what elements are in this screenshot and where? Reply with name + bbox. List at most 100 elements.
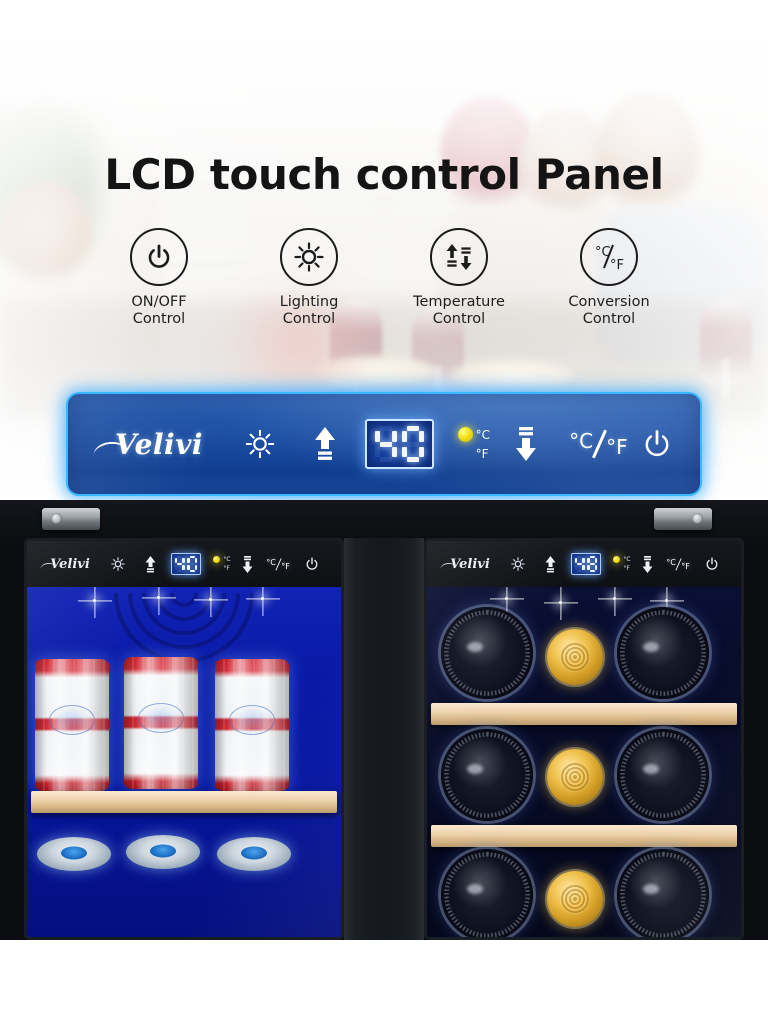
- unit-conversion-button[interactable]: °C °F: [661, 558, 695, 571]
- unit-conversion-button[interactable]: °C °F: [557, 429, 640, 459]
- feature-label: ON/OFF Control: [131, 294, 186, 328]
- interior-led: [209, 598, 212, 601]
- arrow-up-icon: [145, 555, 155, 572]
- segment-b: [418, 431, 424, 442]
- light-button[interactable]: [224, 427, 295, 461]
- celsius-fahrenheit-icon: °C °F: [580, 228, 638, 286]
- can-logo: [229, 704, 275, 735]
- conversion-fahrenheit: °F: [281, 561, 290, 571]
- power-button[interactable]: [695, 556, 729, 572]
- segment-a: [406, 426, 419, 431]
- light-button[interactable]: [501, 556, 535, 572]
- segment-c: [582, 565, 585, 570]
- segment-f: [401, 431, 407, 442]
- temp-up-button[interactable]: [295, 425, 356, 463]
- segment-e: [587, 565, 590, 570]
- power-icon: [306, 557, 318, 570]
- temperature-display: [356, 419, 443, 469]
- mini-control-panel-right[interactable]: Velivi °C °F °C °F: [427, 541, 741, 587]
- brand-name: Velivi: [50, 556, 90, 572]
- feature-on-off-control: ON/OFF Control: [84, 228, 234, 328]
- power-icon: [130, 228, 188, 286]
- center-divider: [344, 538, 424, 940]
- wine-bottle: [441, 607, 533, 699]
- lcd-control-panel[interactable]: Velivi °C °F °C °F: [56, 382, 712, 506]
- brand-name: Velivi: [450, 556, 490, 572]
- seven-segment-digit: [574, 556, 585, 572]
- fahrenheit-label: °F: [623, 564, 630, 572]
- brand-logo: Velivi: [439, 556, 490, 572]
- product-marketing-image: LCD touch control Panel ON/OFF Control L…: [0, 0, 768, 1024]
- arrow-up-icon: [545, 555, 555, 572]
- segment-c: [391, 446, 397, 457]
- beverage-can-top: [37, 837, 111, 871]
- feature-label-line1: Conversion: [568, 294, 650, 310]
- interior-led: [261, 597, 264, 600]
- celsius-indicator: °C: [457, 427, 490, 442]
- conversion-fahrenheit: °F: [681, 561, 690, 571]
- temp-down-button[interactable]: [233, 555, 261, 574]
- segment-b: [194, 558, 198, 563]
- arrow-down-icon: [516, 427, 537, 461]
- led-fahrenheit-off: [458, 446, 473, 461]
- door-left-beverage-zone[interactable]: Velivi °C °F °C °F: [24, 538, 344, 940]
- segment-d: [406, 457, 419, 462]
- sun-icon: [245, 429, 274, 459]
- seven-segment-digit: [187, 556, 198, 572]
- celsius-fahrenheit-icon: °C °F: [569, 429, 627, 459]
- segment-b: [582, 558, 585, 563]
- temp-up-button[interactable]: [535, 555, 565, 574]
- page-title: LCD touch control Panel: [104, 150, 664, 199]
- segment-b: [594, 558, 598, 563]
- feature-lighting-control: Lighting Control: [234, 228, 384, 328]
- led-fahrenheit-off: [613, 565, 620, 572]
- unit-led-indicators: °C °F: [607, 556, 633, 572]
- led-celsius-on: [613, 556, 621, 563]
- feature-label: Temperature Control: [413, 294, 505, 328]
- power-button[interactable]: [640, 427, 674, 461]
- footer-whitespace: [0, 940, 768, 1024]
- segment-d: [577, 569, 583, 572]
- power-button[interactable]: [295, 556, 329, 572]
- seven-segment-display: [570, 553, 602, 575]
- wine-bottle: [617, 607, 709, 699]
- light-button[interactable]: [101, 556, 135, 572]
- beverage-can-top: [217, 837, 291, 871]
- temp-up-button[interactable]: [135, 555, 165, 574]
- mini-control-panel-left[interactable]: Velivi °C °F °C °F: [27, 541, 341, 587]
- feature-temperature-control: Temperature Control: [384, 228, 534, 328]
- temperature-display: [165, 553, 207, 575]
- can-tab: [61, 846, 87, 860]
- sun-icon: [280, 228, 338, 286]
- temp-down-button[interactable]: [496, 425, 557, 463]
- segment-c: [194, 565, 198, 570]
- segment-f: [374, 431, 380, 442]
- segment-g: [189, 562, 195, 566]
- wood-shelf: [31, 791, 337, 813]
- hinge-left: [42, 508, 100, 530]
- feature-label-line1: Temperature: [413, 294, 505, 310]
- segment-e: [401, 446, 407, 457]
- wine-bottle-gold-cap: [547, 749, 603, 805]
- feature-label-line2: Control: [132, 310, 186, 327]
- seven-segment-digit: [401, 426, 424, 462]
- door-right-wine-zone[interactable]: Velivi °C °F °C °F: [424, 538, 744, 940]
- segment-g: [577, 562, 583, 566]
- fahrenheit-indicator: °F: [613, 565, 630, 572]
- screw-icon: [51, 513, 62, 524]
- conversion-celsius: °C: [666, 557, 676, 567]
- feature-label: Conversion Control: [568, 294, 649, 328]
- temp-down-button[interactable]: [633, 555, 661, 574]
- up-down-arrows-icon: [430, 228, 488, 286]
- sun-icon: [511, 557, 525, 571]
- led-celsius-on: [457, 427, 473, 442]
- celsius-fahrenheit-icon: °C °F: [266, 558, 290, 571]
- unit-conversion-button[interactable]: °C °F: [261, 558, 295, 571]
- brand-logo: Velivi: [39, 556, 90, 572]
- segment-e: [374, 446, 380, 457]
- feature-label: Lighting Control: [280, 294, 339, 328]
- segment-d: [379, 457, 392, 462]
- led-fahrenheit-off: [213, 565, 220, 572]
- wine-bottle: [441, 849, 533, 937]
- feature-label-line2: Control: [432, 310, 486, 327]
